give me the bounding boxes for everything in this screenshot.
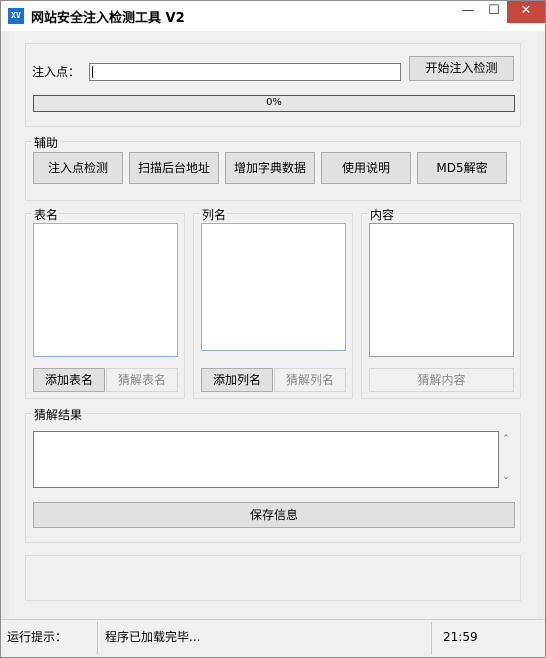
inject-point-check-button[interactable]: 注入点检测 [33,152,123,184]
add-table-button[interactable]: 添加表名 [33,368,105,392]
content-group: 内容 猜解内容 [361,206,521,399]
close-button[interactable]: ✕ [507,1,545,23]
status-time: 21:59 [443,630,478,644]
app-icon: XV [8,8,24,24]
title-bar[interactable]: XV 网站安全注入检测工具 V2 — ☐ ✕ [1,1,545,31]
inject-url-input[interactable] [89,63,401,81]
text-caret [92,66,93,78]
scan-admin-button[interactable]: 扫描后台地址 [129,152,219,184]
tables-listbox[interactable] [33,223,178,357]
status-separator [431,622,432,654]
result-group: 猜解结果 ⌃ ⌄ 保存信息 [25,406,521,543]
main-window: XV 网站安全注入检测工具 V2 — ☐ ✕ 注入点： 开始注入检测 0% 辅助… [0,0,546,658]
start-inject-button[interactable]: 开始注入检测 [409,56,514,81]
guess-column-button[interactable]: 猜解列名 [274,368,346,392]
add-column-button[interactable]: 添加列名 [201,368,273,392]
result-textarea[interactable] [33,431,499,488]
columns-title: 列名 [200,206,229,223]
status-separator [97,622,98,654]
progress-text: 0% [266,97,282,108]
tables-title: 表名 [32,206,61,223]
save-info-button[interactable]: 保存信息 [33,502,515,528]
guess-table-button[interactable]: 猜解表名 [106,368,178,392]
inject-progress-bar: 0% [33,95,515,112]
usage-help-button[interactable]: 使用说明 [321,152,411,184]
assist-title: 辅助 [32,134,61,151]
columns-group: 列名 添加列名 猜解列名 [193,206,353,399]
inject-group: 注入点： 开始注入检测 0% [25,43,521,127]
inject-label: 注入点： [32,65,81,79]
add-dictionary-button[interactable]: 增加字典数据 [225,152,315,184]
status-label: 运行提示： [7,630,68,644]
client-area: 注入点： 开始注入检测 0% 辅助 注入点检测 扫描后台地址 增加字典数据 使用… [9,31,537,619]
maximize-button[interactable]: ☐ [481,1,507,23]
content-title: 内容 [368,206,397,223]
window-title: 网站安全注入检测工具 V2 [31,11,185,26]
maximize-icon: ☐ [488,3,500,18]
status-message: 程序已加载完毕... [105,630,201,644]
scroll-down-icon[interactable]: ⌄ [500,472,512,482]
md5-decrypt-button[interactable]: MD5解密 [417,152,507,184]
minimize-icon: — [461,3,475,18]
columns-listbox[interactable] [201,223,346,351]
minimize-button[interactable]: — [455,1,481,23]
close-icon: ✕ [520,3,532,18]
log-panel [25,555,521,601]
scroll-up-icon[interactable]: ⌃ [500,434,512,444]
assist-group: 辅助 注入点检测 扫描后台地址 增加字典数据 使用说明 MD5解密 [25,134,521,201]
content-listbox[interactable] [369,223,514,357]
result-title: 猜解结果 [32,406,85,423]
guess-content-button[interactable]: 猜解内容 [369,368,514,392]
tables-group: 表名 添加表名 猜解表名 [25,206,185,399]
status-bar: 运行提示： 程序已加载完毕... 21:59 [1,619,545,657]
